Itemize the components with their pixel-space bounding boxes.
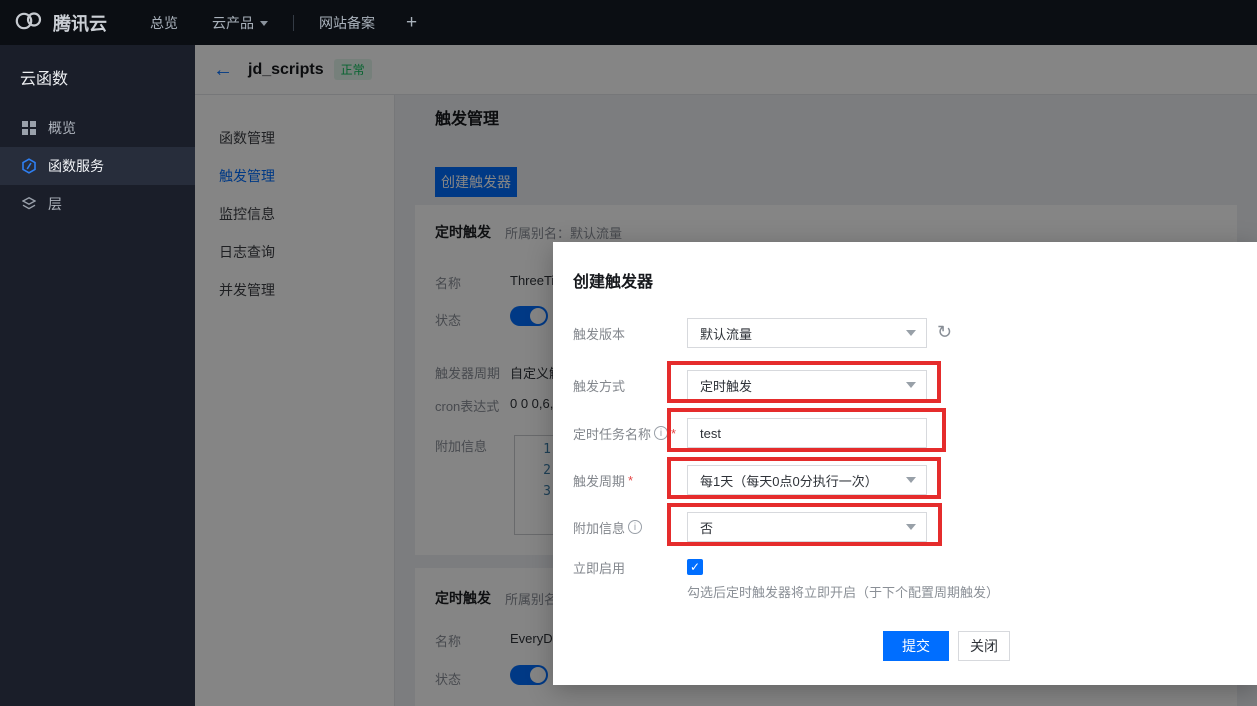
chevron-down-icon — [906, 382, 916, 388]
nav-item-icp-filing[interactable]: 网站备案 — [302, 0, 392, 45]
cloud-logo-icon — [14, 10, 44, 35]
top-nav: 腾讯云 总览 云产品 网站备案 + — [0, 0, 1257, 45]
sidebar-item-label: 函数服务 — [48, 156, 104, 176]
top-nav-menu: 总览 云产品 网站备案 + — [133, 0, 431, 45]
trigger-cycle-select[interactable]: 每1天（每天0点0分执行一次） — [687, 465, 927, 495]
required-star: * — [628, 473, 633, 488]
nav-divider — [293, 15, 294, 31]
sidebar-item-layers[interactable]: 层 — [0, 185, 195, 223]
layers-icon — [21, 196, 37, 212]
tencent-cloud-logo[interactable]: 腾讯云 — [14, 10, 107, 36]
grid-icon — [21, 120, 37, 136]
close-button[interactable]: 关闭 — [958, 631, 1010, 661]
submit-button[interactable]: 提交 — [883, 631, 949, 661]
left-sidebar: 云函数 概览 函数服务 层 — [0, 45, 195, 706]
field-label-trigger-cycle: 触发周期 * — [573, 465, 633, 495]
refresh-icon[interactable]: ↻ — [937, 323, 952, 341]
info-icon: i — [628, 520, 642, 534]
info-icon: i — [654, 426, 668, 440]
task-name-input[interactable] — [687, 418, 927, 448]
field-label-trigger-method: 触发方式 — [573, 370, 625, 400]
nav-item-overview[interactable]: 总览 — [133, 0, 195, 45]
chevron-down-icon — [906, 477, 916, 483]
chevron-down-icon — [906, 524, 916, 530]
enable-helper-text: 勾选后定时触发器将立即开启（于下个配置周期触发） — [687, 582, 999, 601]
extra-info-select[interactable]: 否 — [687, 512, 927, 542]
function-icon — [21, 158, 37, 174]
sidebar-item-overview[interactable]: 概览 — [0, 109, 195, 147]
trigger-version-select[interactable]: 默认流量 — [687, 318, 927, 348]
enable-now-checkbox[interactable]: ✓ — [687, 559, 703, 575]
sidebar-item-label: 层 — [48, 194, 62, 214]
field-label-trigger-version: 触发版本 — [573, 318, 625, 348]
required-star: * — [671, 426, 676, 441]
modal-title: 创建触发器 — [573, 268, 653, 292]
brand-label: 腾讯云 — [53, 10, 107, 36]
chevron-down-icon — [260, 21, 268, 26]
sidebar-item-label: 概览 — [48, 118, 76, 138]
product-title: 云函数 — [0, 45, 195, 109]
trigger-method-select[interactable]: 定时触发 — [687, 370, 927, 400]
chevron-down-icon — [906, 330, 916, 336]
field-label-task-name: 定时任务名称 i * — [573, 418, 676, 448]
field-label-enable-now: 立即启用 — [573, 552, 625, 582]
add-tab-button[interactable]: + — [392, 12, 431, 34]
nav-item-cloud-products[interactable]: 云产品 — [195, 0, 285, 45]
create-trigger-modal: 创建触发器 触发版本 默认流量 ↻ 触发方式 定时触发 定时任务名称 i * 触… — [553, 242, 1257, 685]
sidebar-item-function-service[interactable]: 函数服务 — [0, 147, 195, 185]
field-label-extra-info: 附加信息 i — [573, 512, 642, 542]
